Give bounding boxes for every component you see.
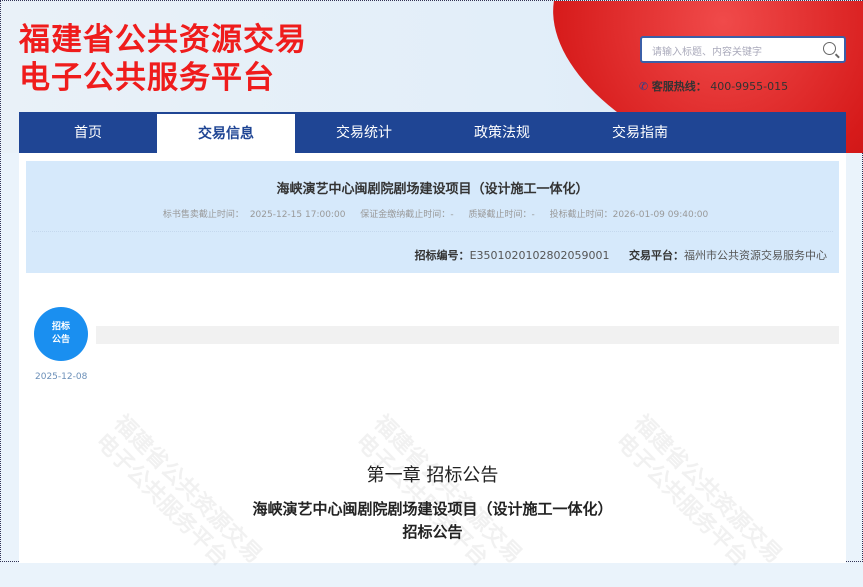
document-subtitle: 海峡演艺中心闽剧院剧场建设项目（设计施工一体化） — [252, 500, 613, 518]
timeline-node-tender-notice[interactable]: 招标 公告 — [34, 307, 88, 361]
document-subtitle2: 招标公告 — [402, 523, 463, 541]
platform-label: 交易平台： — [629, 249, 684, 262]
search-input[interactable]: 请输入标题、内容关键字 — [640, 36, 846, 63]
time-value: 2025-12-15 17:00:00 — [249, 210, 346, 220]
hotline: ✆ 客服热线： 400-9955-015 — [639, 78, 788, 94]
content-panel: 海峡演艺中心闽剧院剧场建设项目（设计施工一体化） 标书售卖截止时间： 2025-1… — [19, 153, 846, 571]
divider — [32, 231, 833, 232]
project-code: E3501020102802059001 — [469, 249, 610, 262]
time-value: 2026-01-09 09:40:00 — [612, 210, 709, 220]
nav-guide[interactable]: 交易指南 — [571, 112, 709, 153]
main-nav: 首页 交易信息 交易统计 政策法规 交易指南 — [19, 112, 846, 153]
time-value: - — [450, 210, 454, 220]
logo-line1: 福建省公共资源交易 — [19, 22, 307, 58]
time-label: 投标截止时间： — [549, 210, 613, 220]
logo-line2: 电子公共服务平台 — [19, 60, 275, 96]
time-label: 标书售卖截止时间： — [162, 210, 244, 220]
node-label: 公告 — [51, 335, 70, 345]
project-info: 海峡演艺中心闽剧院剧场建设项目（设计施工一体化） 标书售卖截止时间： 2025-1… — [26, 161, 839, 273]
nav-trade-info[interactable]: 交易信息 — [157, 114, 295, 153]
time-label: 保证金缴纳截止时间： — [360, 210, 451, 220]
timeline-bar — [96, 326, 839, 344]
nav-policy[interactable]: 政策法规 — [433, 112, 571, 153]
timeline-date: 2025-12-08 — [35, 372, 88, 382]
platform-name: 福州市公共资源交易服务中心 — [684, 249, 827, 262]
time-label: 质疑截止时间： — [468, 210, 532, 220]
nav-home[interactable]: 首页 — [19, 112, 157, 153]
project-title: 海峡演艺中心闽剧院剧场建设项目（设计施工一体化） — [276, 182, 589, 197]
phone-icon: ✆ — [639, 80, 649, 93]
code-label: 招标编号： — [414, 249, 470, 262]
search-placeholder: 请输入标题、内容关键字 — [652, 47, 762, 58]
deadlines: 标书售卖截止时间： 2025-12-15 17:00:00 保证金缴纳截止时间：-… — [26, 207, 839, 220]
project-codes: 招标编号：E3501020102802059001 交易平台：福州市公共资源交易… — [415, 247, 827, 263]
node-label: 招标 — [51, 322, 70, 332]
nav-trade-stats[interactable]: 交易统计 — [295, 112, 433, 153]
hotline-label: 客服热线： — [651, 80, 707, 93]
search-icon[interactable] — [823, 42, 836, 55]
hotline-number: 400-9955-015 — [710, 80, 789, 93]
site-logo[interactable]: 福建省公共资源交易 电子公共服务平台 — [19, 21, 307, 97]
time-value: - — [531, 210, 535, 220]
chapter-heading: 第一章 招标公告 — [366, 465, 499, 486]
